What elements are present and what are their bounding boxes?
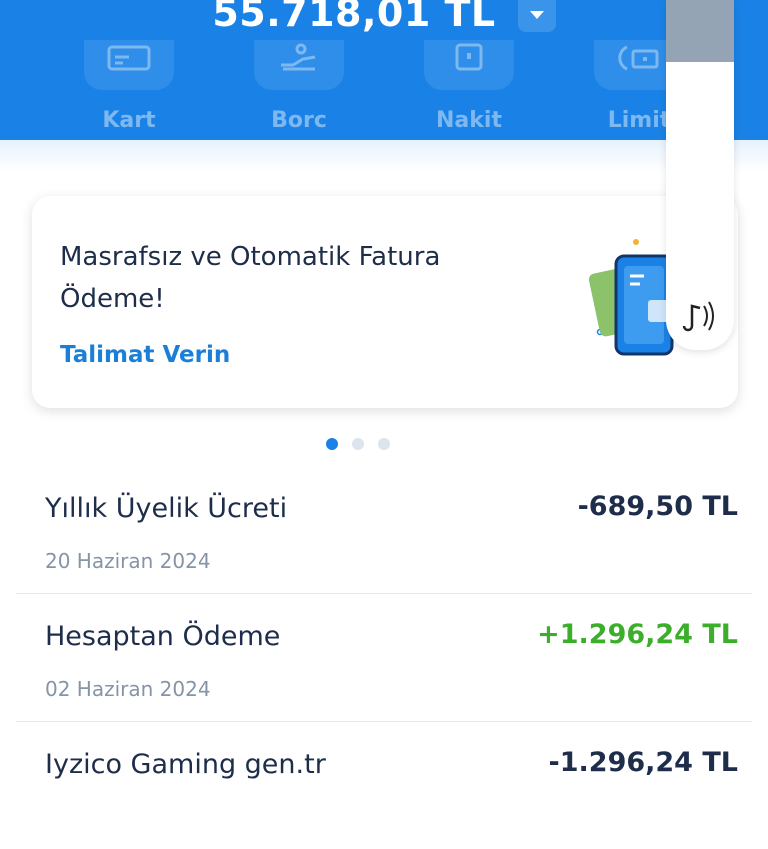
- action-kart[interactable]: Kart: [84, 40, 174, 133]
- carousel-dot[interactable]: [352, 438, 364, 450]
- card-icon: [84, 40, 174, 90]
- chevron-down-icon: [529, 11, 544, 19]
- promo-card[interactable]: Masrafsız ve Otomatik Fatura Ödeme! Tali…: [32, 196, 738, 408]
- hand-money-icon: [254, 40, 344, 90]
- transaction-name: Iyzico Gaming gen.tr: [45, 749, 326, 780]
- transaction-name: Hesaptan Ödeme: [45, 621, 281, 652]
- transaction-date: 20 Haziran 2024: [45, 549, 211, 573]
- scrollbar-thumb[interactable]: [666, 0, 734, 62]
- transaction-name: Yıllık Üyelik Ücreti: [45, 493, 288, 524]
- cash-icon: [424, 40, 514, 90]
- transaction-row[interactable]: Iyzico Gaming gen.tr -1.296,24 TL: [16, 721, 752, 849]
- action-label: Nakit: [436, 108, 502, 133]
- balance-amount: 55.718,01 TL: [212, 0, 496, 35]
- transaction-amount: -689,50 TL: [577, 491, 738, 522]
- balance-dropdown-button[interactable]: [517, 0, 556, 32]
- action-label: Borc: [271, 108, 327, 133]
- carousel-dot[interactable]: [378, 438, 390, 450]
- header-fade: [0, 140, 768, 172]
- transaction-row[interactable]: Yıllık Üyelik Ücreti 20 Haziran 2024 -68…: [16, 465, 752, 594]
- carousel-indicator: [0, 438, 742, 450]
- transaction-date: 02 Haziran 2024: [45, 677, 211, 701]
- carousel-dot[interactable]: [326, 438, 338, 450]
- transaction-amount: -1.296,24 TL: [548, 747, 738, 778]
- action-nakit[interactable]: Nakit: [424, 40, 514, 133]
- action-label: Kart: [102, 108, 156, 133]
- floating-scroll-panel[interactable]: [666, 0, 734, 350]
- action-borc[interactable]: Borc: [254, 40, 344, 133]
- transaction-row[interactable]: Hesaptan Ödeme 02 Haziran 2024 +1.296,24…: [16, 593, 752, 722]
- balance-row: 55.718,01 TL: [0, 0, 768, 38]
- account-header: 55.718,01 TL Kart Borc Nakit Limit: [0, 0, 768, 140]
- promo-title: Masrafsız ve Otomatik Fatura Ödeme!: [60, 242, 441, 314]
- audio-music-icon[interactable]: [678, 296, 722, 340]
- transaction-amount: +1.296,24 TL: [537, 619, 738, 650]
- promo-cta-link[interactable]: Talimat Verin: [60, 342, 230, 368]
